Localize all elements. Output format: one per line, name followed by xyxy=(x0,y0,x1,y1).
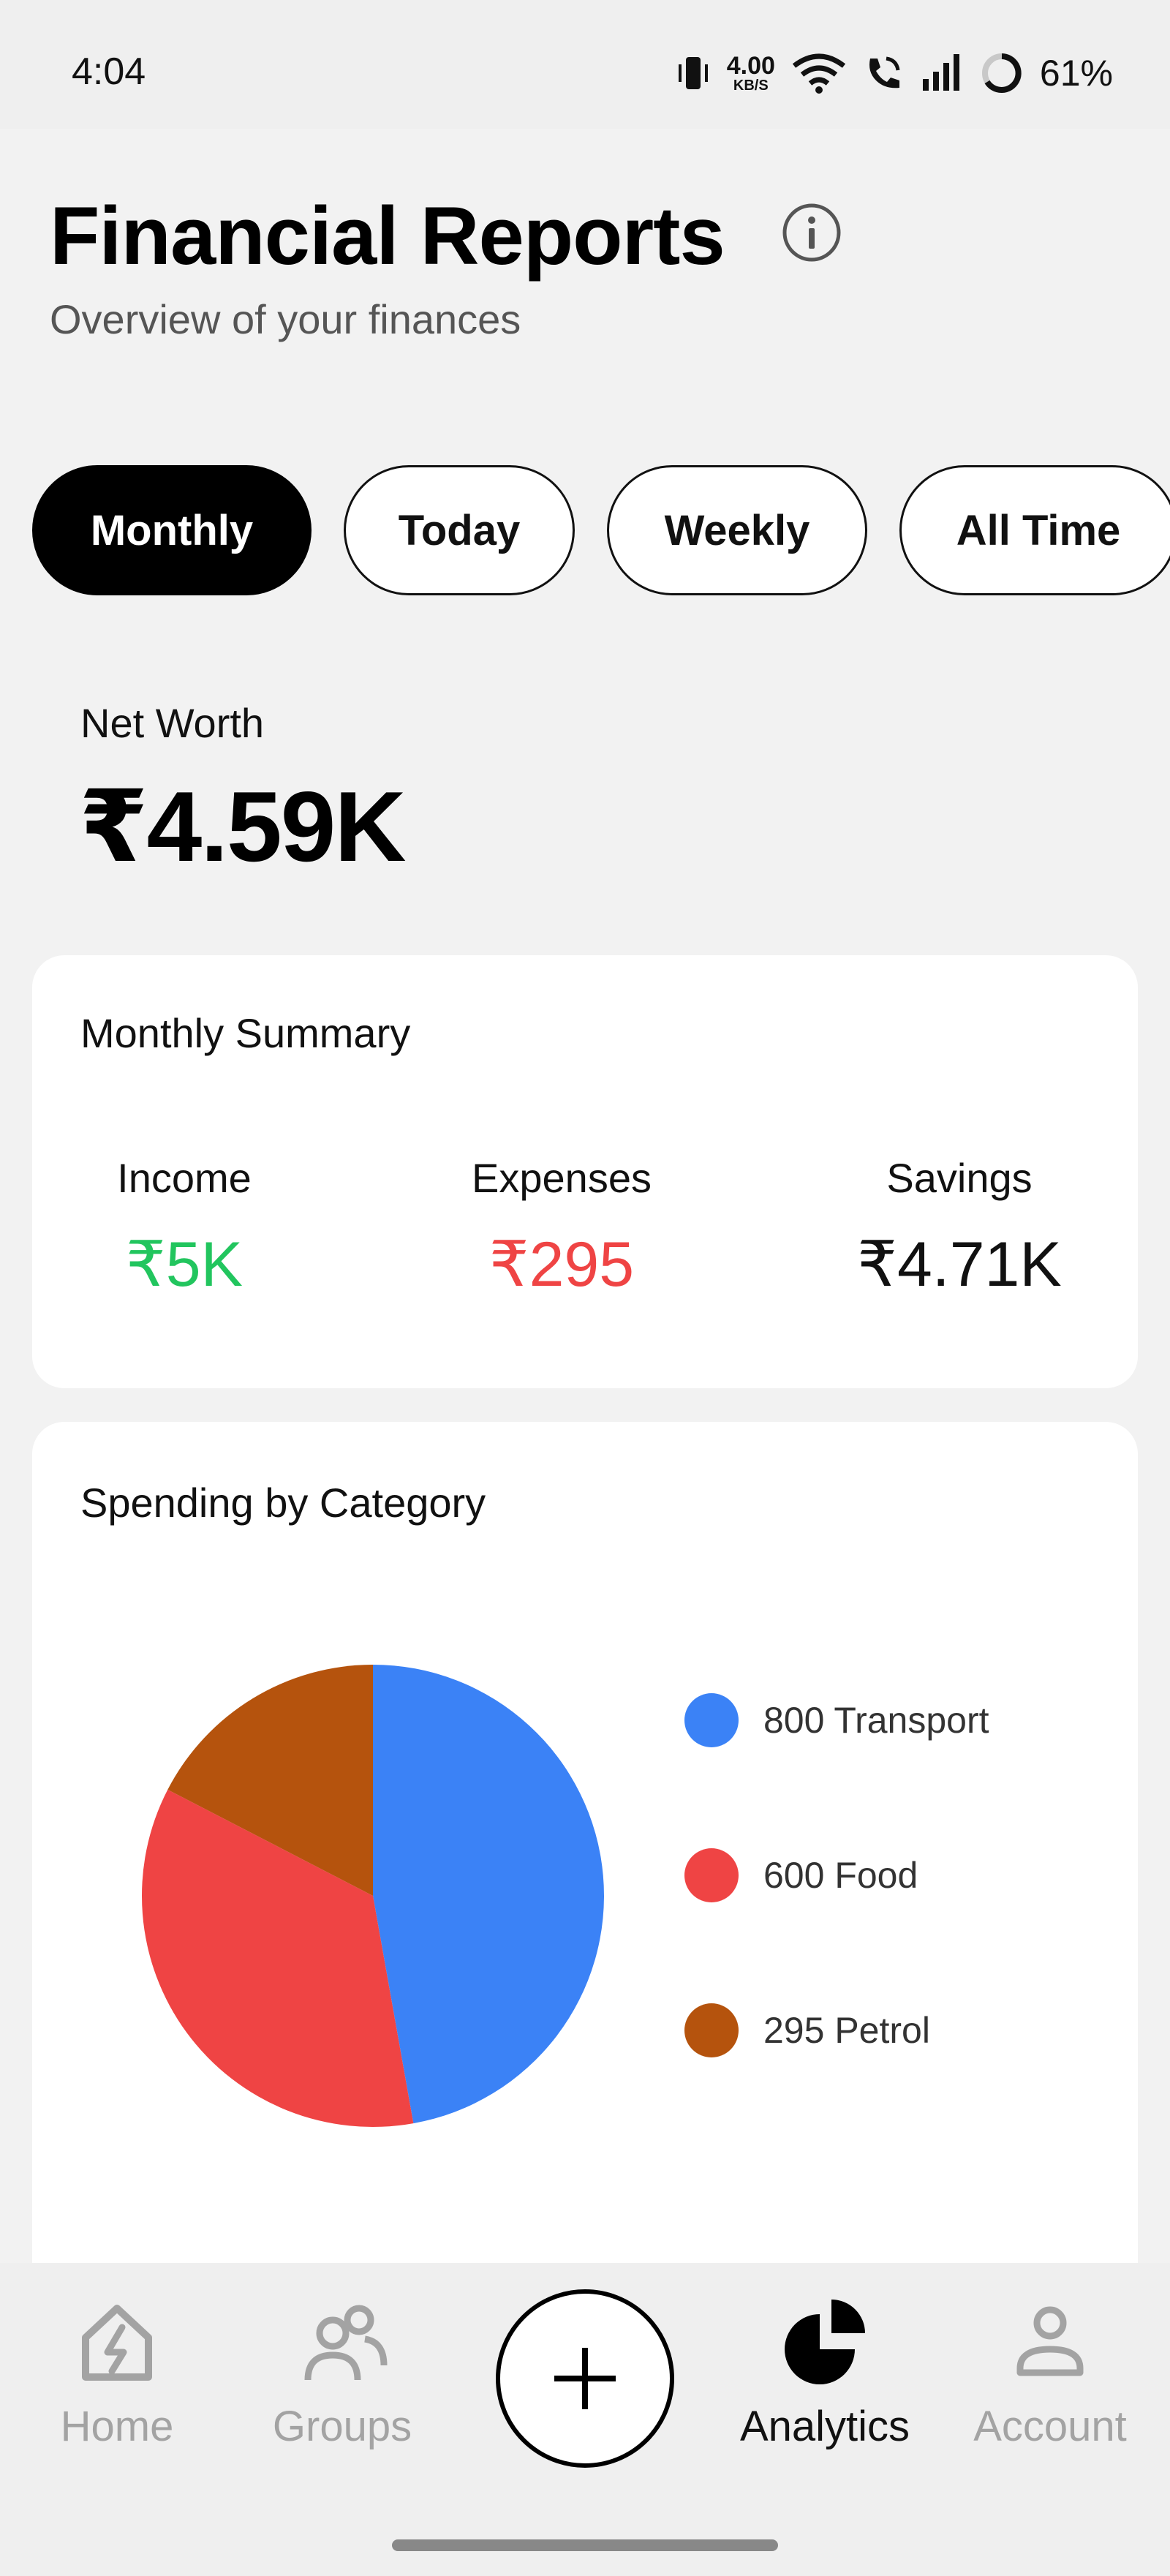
nav-analytics[interactable]: Analytics xyxy=(722,2292,927,2451)
tab-all-time[interactable]: All Time xyxy=(899,465,1170,595)
info-button[interactable] xyxy=(781,202,842,263)
spending-title: Spending by Category xyxy=(80,1480,486,1526)
home-indicator xyxy=(392,2539,778,2551)
battery-icon xyxy=(981,53,1022,93)
nav-home-label: Home xyxy=(60,2403,174,2450)
net-speed: 4.00 KB/S xyxy=(727,53,775,93)
legend-label-petrol: 295 Petrol xyxy=(763,2010,930,2051)
wifi-calling-icon xyxy=(869,56,900,88)
nav-groups-label: Groups xyxy=(272,2403,412,2450)
status-bar: 4:04 4.00 KB/S 61% xyxy=(0,0,1170,129)
nav-home[interactable]: Home xyxy=(15,2292,219,2451)
nav-account-label: Account xyxy=(973,2403,1127,2450)
legend-label-transport: 800 Transport xyxy=(763,1700,989,1741)
pie-slice-transport xyxy=(373,1665,605,2124)
plus-icon xyxy=(554,2348,616,2409)
page-subtitle: Overview of your finances xyxy=(50,296,521,342)
savings-label: Savings xyxy=(886,1155,1033,1201)
income-value: ₹5K xyxy=(126,1229,243,1300)
income-label: Income xyxy=(117,1155,252,1201)
analytics-pie-icon xyxy=(785,2300,865,2384)
net-speed-value: 4.00 xyxy=(726,52,775,80)
net-worth-label: Net Worth xyxy=(80,700,265,746)
page-title: Financial Reports xyxy=(50,190,725,282)
vibrate-icon xyxy=(678,57,708,89)
legend-dot-food xyxy=(684,1848,739,1902)
legend-dot-transport xyxy=(684,1693,739,1747)
legend-item-food: 600 Food xyxy=(684,1846,989,1905)
expenses-value: ₹295 xyxy=(488,1229,635,1300)
signal-icon xyxy=(922,54,959,91)
monthly-summary-card: Monthly Summary Income ₹5K Expenses ₹295… xyxy=(32,955,1138,1388)
tab-weekly[interactable]: Weekly xyxy=(607,465,867,595)
nav-account[interactable]: Account xyxy=(948,2292,1152,2451)
legend-label-food: 600 Food xyxy=(763,1855,918,1896)
groups-icon xyxy=(304,2305,388,2381)
legend-item-transport: 800 Transport xyxy=(684,1691,989,1750)
period-tabs: Monthly Today Weekly All Time xyxy=(32,465,1170,595)
tab-today[interactable]: Today xyxy=(344,465,575,595)
battery-percent: 61% xyxy=(1039,53,1113,94)
info-icon xyxy=(782,203,841,262)
monthly-summary-title: Monthly Summary xyxy=(80,1010,411,1056)
net-worth-value: ₹4.59K xyxy=(79,771,407,882)
legend-item-petrol: 295 Petrol xyxy=(684,2001,989,2060)
nav-groups[interactable]: Groups xyxy=(240,2292,445,2451)
expenses-label: Expenses xyxy=(472,1155,652,1201)
legend-dot-petrol xyxy=(684,2003,739,2057)
home-icon xyxy=(82,2305,152,2381)
savings-summary: Savings ₹4.71K xyxy=(828,1154,1091,1301)
account-icon xyxy=(1016,2306,1084,2376)
wifi-icon xyxy=(792,53,846,94)
savings-value: ₹4.71K xyxy=(857,1229,1062,1300)
status-icons: 4.00 KB/S 61% xyxy=(676,47,1113,99)
status-time: 4:04 xyxy=(72,50,146,93)
spending-legend: 800 Transport 600 Food 295 Petrol xyxy=(684,1691,989,2156)
net-speed-unit: KB/S xyxy=(733,78,769,94)
income-summary: Income ₹5K xyxy=(53,1154,316,1301)
expenses-summary: Expenses ₹295 xyxy=(430,1154,693,1301)
add-button[interactable] xyxy=(496,2289,674,2468)
tab-monthly[interactable]: Monthly xyxy=(32,465,312,595)
spending-pie-chart xyxy=(141,1665,605,2127)
nav-analytics-label: Analytics xyxy=(739,2403,910,2450)
